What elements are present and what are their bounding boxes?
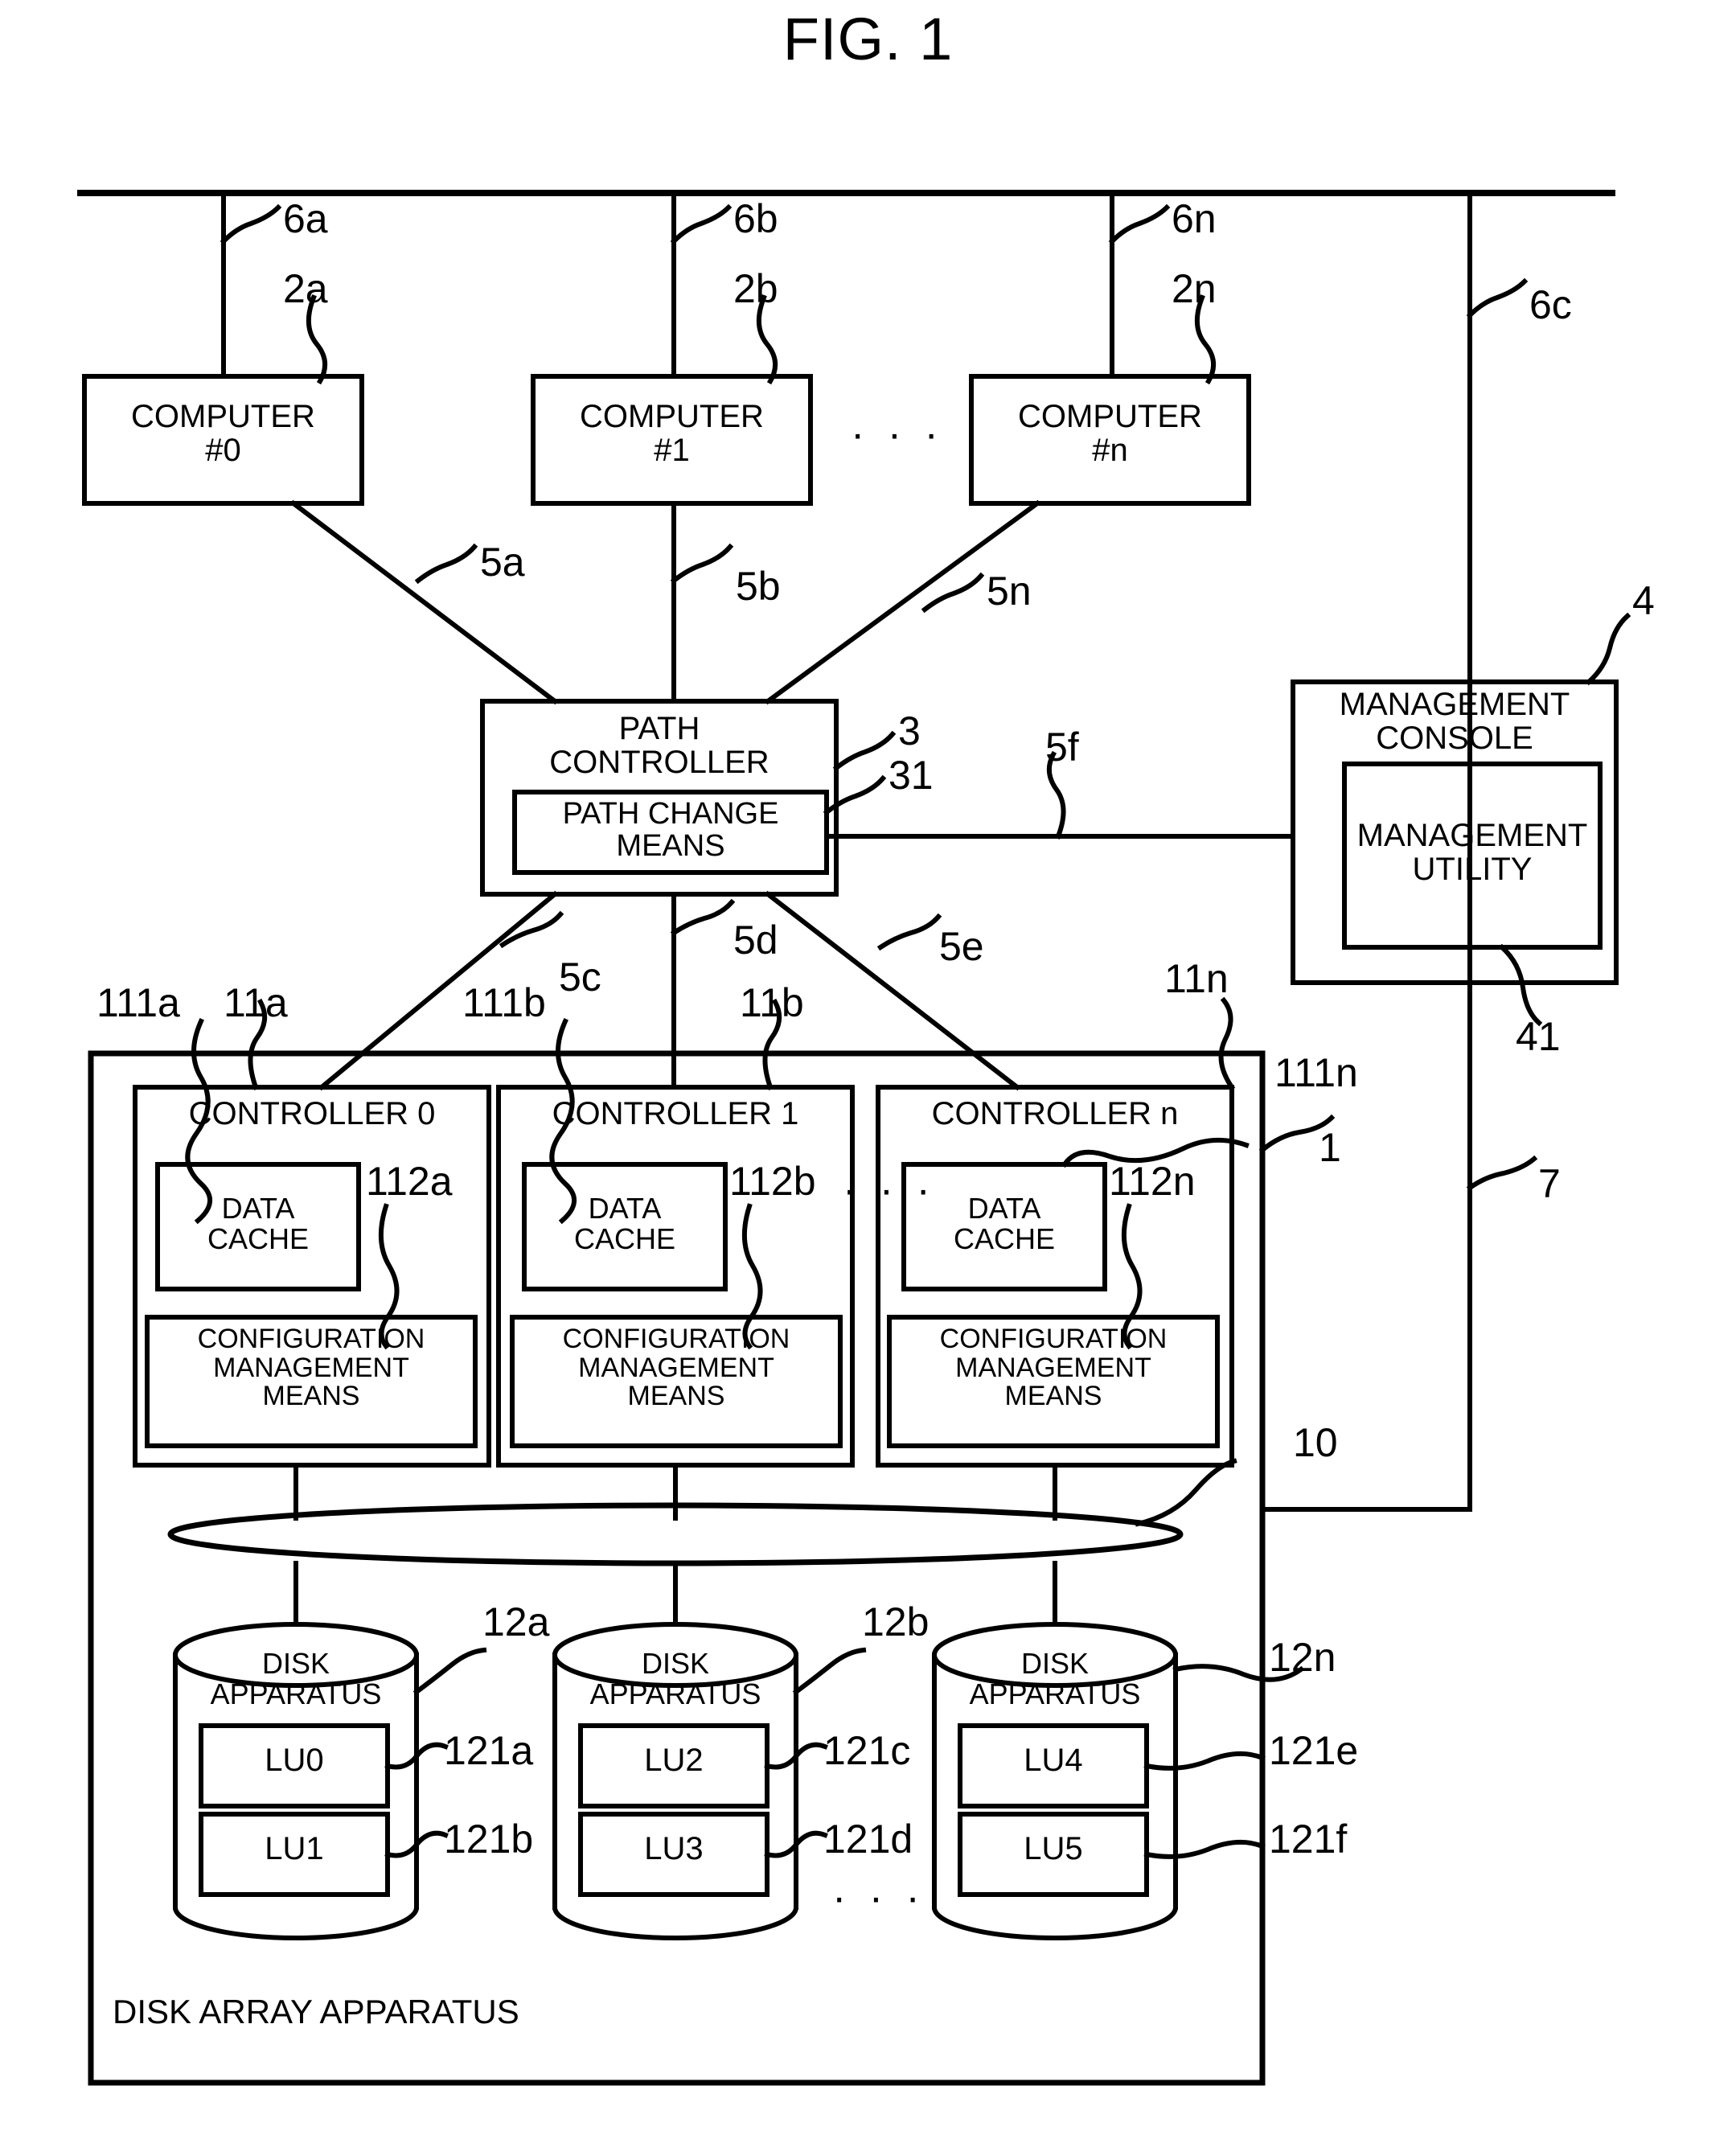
leader-121e (1143, 1751, 1266, 1771)
leader-5b (670, 543, 734, 585)
patent-figure-canvas: FIG. 1 COMPUTER #0 COMPUTER #1 COMPUTER … (0, 0, 1736, 2139)
lu-label-2: LU2 (644, 1743, 704, 1778)
lu-label-3: LU3 (644, 1831, 704, 1866)
ref-112n: 112n (1109, 1159, 1196, 1204)
controller-label-0: CONTROLLER 0 (188, 1096, 436, 1131)
ref-5d: 5d (733, 918, 778, 963)
link-5a (289, 499, 559, 705)
leader-6b (670, 203, 733, 245)
ref-111n: 111n (1274, 1050, 1358, 1095)
leader-10 (1135, 1458, 1237, 1527)
ref-12n: 12n (1269, 1635, 1336, 1680)
ref-11b: 11b (740, 980, 804, 1025)
controller-label-1: CONTROLLER 1 (552, 1096, 799, 1131)
ref-2b: 2b (733, 266, 778, 311)
ref-121e: 121e (1269, 1728, 1359, 1773)
ref-7: 7 (1538, 1161, 1561, 1206)
leader-3 (832, 730, 897, 772)
leader-121f (1143, 1839, 1266, 1859)
ref-1: 1 (1319, 1125, 1341, 1170)
computer-label-0: COMPUTER #0 (131, 399, 315, 468)
leader-12a (412, 1647, 487, 1696)
leader-5d (670, 898, 736, 937)
ref-2n: 2n (1172, 266, 1217, 311)
leader-12b (792, 1647, 867, 1696)
ref-111b: 111b (462, 980, 546, 1025)
lu-label-1: LU1 (265, 1831, 324, 1866)
controllers-ellipsis: · · · (843, 1167, 936, 1213)
disk-label-b: DISK APPARATUS (589, 1647, 761, 1710)
ref-112b: 112b (729, 1159, 816, 1204)
disk-label-n: DISK APPARATUS (969, 1647, 1141, 1710)
ref-121d: 121d (823, 1817, 913, 1862)
leader-4 (1585, 612, 1631, 686)
path-controller-label: PATH CONTROLLER (549, 711, 770, 780)
ref-6a: 6a (283, 196, 328, 241)
management-utility-label: MANAGEMENT UTILITY (1356, 818, 1588, 887)
disk-array-caption: DISK ARRAY APPARATUS (113, 1993, 519, 2030)
ref-2a: 2a (283, 266, 328, 311)
ref-12a: 12a (482, 1599, 550, 1644)
ref-112a: 112a (366, 1159, 453, 1204)
ref-6n: 6n (1172, 196, 1217, 241)
ref-111a: 111a (96, 980, 180, 1025)
ref-5f: 5f (1045, 725, 1079, 770)
ref-3: 3 (898, 708, 921, 753)
leader-5e (876, 913, 942, 951)
ref-5a: 5a (480, 540, 525, 585)
management-console-label: MANAGEMENT CONSOLE (1339, 687, 1570, 756)
ref-5n: 5n (987, 569, 1032, 614)
lu-label-4: LU4 (1024, 1743, 1083, 1778)
ref-121f: 121f (1269, 1817, 1348, 1862)
ref-31: 31 (889, 753, 934, 798)
computers-ellipsis: · · · (851, 411, 944, 458)
ref-10: 10 (1293, 1420, 1338, 1465)
ref-121c: 121c (823, 1728, 911, 1773)
disk-label-a: DISK APPARATUS (210, 1647, 382, 1710)
ref-121a: 121a (444, 1728, 534, 1773)
ref-41: 41 (1516, 1014, 1561, 1059)
disks-ellipsis: · · · (832, 1874, 925, 1921)
config-mgmt-label-n: CONFIGURATION MANAGEMENT MEANS (939, 1324, 1168, 1412)
ref-5b: 5b (736, 564, 781, 609)
lu-label-0: LU0 (265, 1743, 324, 1778)
ref-11a: 11a (224, 980, 288, 1025)
computer-label-n: COMPUTER #n (1018, 399, 1202, 468)
data-cache-label-0: DATA CACHE (207, 1192, 310, 1255)
leader-6c (1466, 277, 1529, 319)
leader-6a (220, 203, 282, 245)
ref-5c: 5c (559, 955, 601, 1000)
computer-label-1: COMPUTER #1 (580, 399, 764, 468)
path-change-means-label: PATH CHANGE MEANS (562, 797, 779, 863)
ref-121b: 121b (444, 1817, 534, 1862)
ref-6b: 6b (733, 196, 778, 241)
leader-7 (1466, 1155, 1538, 1192)
leader-11n (1218, 996, 1236, 1091)
config-mgmt-label-1: CONFIGURATION MANAGEMENT MEANS (562, 1324, 790, 1412)
ref-11n: 11n (1164, 956, 1229, 1001)
ref-5e: 5e (939, 924, 984, 969)
ref-12b: 12b (862, 1599, 930, 1644)
ref-6c: 6c (1529, 282, 1572, 327)
leader-5a (414, 543, 478, 585)
config-mgmt-label-0: CONFIGURATION MANAGEMENT MEANS (197, 1324, 425, 1412)
leader-6n (1108, 203, 1171, 245)
lu-label-5: LU5 (1024, 1831, 1083, 1866)
controller-label-n: CONTROLLER n (931, 1096, 1179, 1131)
ref-4: 4 (1632, 578, 1655, 623)
data-cache-label-1: DATA CACHE (573, 1192, 676, 1255)
